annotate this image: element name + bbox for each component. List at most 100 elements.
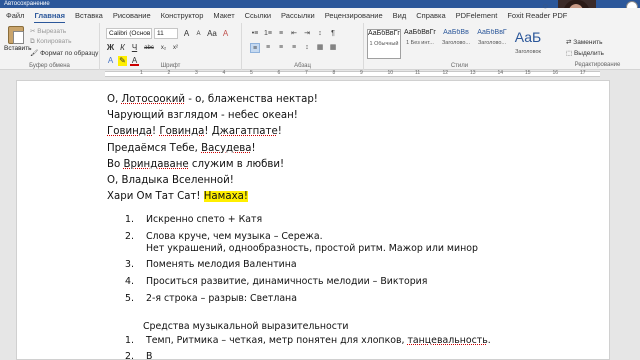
copy-button[interactable]: ⧉ Копировать — [30, 38, 71, 46]
style-title-name: Заголовок — [515, 49, 541, 55]
tab-view[interactable]: Вид — [393, 8, 407, 23]
tab-foxit[interactable]: Foxit Reader PDF — [507, 8, 567, 23]
horizontal-ruler[interactable]: 1 2 3 4 5 6 7 8 9 10 11 12 13 14 15 16 17 — [0, 70, 640, 78]
text-run: ! — [277, 126, 282, 138]
tab-layout[interactable]: Макет — [213, 8, 234, 23]
increase-indent-button[interactable]: ⇥ — [302, 29, 312, 39]
style-heading-1-name: Заголово... — [441, 40, 471, 46]
show-marks-button[interactable]: ¶ — [328, 29, 338, 39]
clear-format-button[interactable]: A — [221, 29, 230, 39]
list-item-text: Нет украшений, однообразность, простой р… — [146, 243, 478, 254]
clipboard-icon — [8, 26, 24, 44]
document-page[interactable]: О, Лотосоокий - о, блаженства нектар! Чар… — [16, 80, 610, 360]
styles-group-label: Стили — [450, 63, 469, 69]
spellcheck-word: Васудева — [201, 142, 252, 154]
align-left-button[interactable]: ≡ — [250, 43, 260, 53]
list-item-text: Искренно спето + Катя — [146, 214, 263, 225]
lightbulb-icon[interactable]: ◌ — [543, 1, 548, 11]
text-run: Предаёмся Тебе, — [107, 142, 202, 154]
subscript-button[interactable]: x₂ — [159, 43, 168, 53]
ruler-mark: 9 — [360, 70, 363, 76]
tab-references[interactable]: Ссылки — [245, 8, 271, 23]
autosave-label[interactable]: Автосохранение — [4, 0, 50, 8]
paragraph-row-2: ≡ ≡ ≡ ≡ ↕ ▦ ▦ — [250, 43, 338, 53]
tab-help[interactable]: Справка — [416, 8, 445, 23]
ruler-mark: 13 — [470, 70, 476, 76]
tab-design[interactable]: Конструктор — [161, 8, 204, 23]
ruler-mark: 15 — [525, 70, 531, 76]
align-right-button[interactable]: ≡ — [276, 43, 286, 53]
tab-pdfelement[interactable]: PDFelement — [456, 8, 498, 23]
list-item: 3. Поменять мелодия Валентина — [125, 256, 478, 273]
numbering-button[interactable]: 1≡ — [263, 29, 273, 39]
strikethrough-button[interactable]: abc — [142, 43, 156, 53]
poem-line: Чарующий взглядом - небес океан! — [107, 108, 318, 124]
borders-button[interactable]: ▦ — [328, 43, 338, 53]
tab-file[interactable]: Файл — [6, 8, 24, 23]
tab-insert[interactable]: Вставка — [75, 8, 103, 23]
text-run: Хари Ом Тат Сат! — [107, 191, 204, 203]
list-item: 1. Искренно спето + Катя — [125, 211, 478, 228]
style-heading-1[interactable]: АаБбВв Заголово... — [439, 29, 473, 59]
justify-button[interactable]: ≡ — [289, 43, 299, 53]
list-number: 5. — [125, 293, 134, 304]
bold-button[interactable]: Ж — [106, 43, 115, 53]
style-title[interactable]: АаБ Заголовок — [511, 29, 545, 59]
line-spacing-button[interactable]: ↕ — [302, 43, 312, 53]
text-run: Во — [107, 158, 124, 170]
ruler-mark: 3 — [195, 70, 198, 76]
highlight-button[interactable]: ✎ — [118, 56, 127, 66]
select-button[interactable]: ⬚ Выделить — [566, 49, 604, 57]
poem-line: Предаёмся Тебе, Васудева! — [107, 141, 318, 157]
sort-button[interactable]: ↕ — [315, 29, 325, 39]
ruler-mark: 8 — [332, 70, 336, 76]
style-no-spacing-name: 1 Без инт... — [406, 40, 434, 46]
paste-button[interactable]: Вставить — [4, 26, 32, 56]
decrease-indent-button[interactable]: ⇤ — [289, 29, 299, 39]
font-color-buttons: A ✎ A — [106, 56, 139, 66]
grow-font-button[interactable]: A — [182, 29, 191, 39]
tab-review[interactable]: Рецензирование — [325, 8, 383, 23]
ruler-mark: 17 — [580, 70, 586, 76]
format-painter-label: Формат по образцу — [40, 50, 99, 57]
cut-button[interactable]: ✂ Вырезать — [30, 27, 66, 35]
tab-extras: ◌ — [543, 1, 548, 11]
cut-label: Вырезать — [37, 28, 67, 35]
ruler-mark: 5 — [250, 70, 253, 76]
list-item: 5. 2-я строка – разрыв: Светлана — [125, 290, 478, 307]
style-no-spacing[interactable]: АаБбВвГг 1 Без инт... — [403, 29, 437, 59]
text-effects-button[interactable]: A — [106, 56, 115, 66]
style-normal[interactable]: АаБбВвГг 1 Обычный — [367, 29, 401, 59]
shrink-font-button[interactable]: A — [194, 29, 203, 39]
superscript-button[interactable]: x² — [171, 43, 180, 53]
means-list: 1. Темп, Ритмика – четкая, метр понятен д… — [125, 333, 491, 360]
editing-group: Редактирование — [555, 23, 640, 70]
bullets-button[interactable]: •≡ — [250, 29, 260, 39]
editing-group-label: Редактирование — [574, 62, 621, 68]
replace-button[interactable]: ⇄ Заменить — [566, 38, 602, 46]
replace-label: Заменить — [573, 39, 603, 46]
list-number: 4. — [125, 276, 134, 287]
poem-line: Во Вриндаване служим в любви! — [107, 157, 318, 173]
underline-button[interactable]: Ч — [130, 43, 139, 53]
tab-home[interactable]: Главная — [34, 9, 65, 23]
vertical-scrollbar[interactable] — [630, 80, 640, 360]
list-item: Нет украшений, однообразность, простой р… — [125, 242, 478, 256]
change-case-button[interactable]: Aa — [206, 29, 218, 39]
poem-line: Хари Ом Тат Сат! Намаха! — [107, 189, 318, 205]
list-item: 2. В — [125, 349, 491, 360]
tab-mailings[interactable]: Рассылки — [281, 8, 315, 23]
font-size-select[interactable]: 11 — [154, 28, 178, 39]
italic-button[interactable]: К — [118, 43, 127, 53]
shading-button[interactable]: ▦ — [315, 43, 325, 53]
style-heading-2[interactable]: АаБбВвГ Заголово... — [475, 29, 509, 59]
tab-draw[interactable]: Рисование — [113, 8, 151, 23]
ruler-mark: 12 — [442, 70, 449, 76]
format-painter-button[interactable]: 🖌 Формат по образцу — [30, 49, 98, 57]
style-normal-name: 1 Обычный — [369, 41, 399, 47]
font-color-button[interactable]: A — [130, 56, 139, 66]
font-family-select[interactable]: Calibri (Основ — [106, 28, 152, 39]
multilevel-button[interactable]: ≡ — [276, 29, 286, 39]
spellcheck-word: Говинда — [107, 126, 153, 138]
align-center-button[interactable]: ≡ — [263, 43, 273, 53]
